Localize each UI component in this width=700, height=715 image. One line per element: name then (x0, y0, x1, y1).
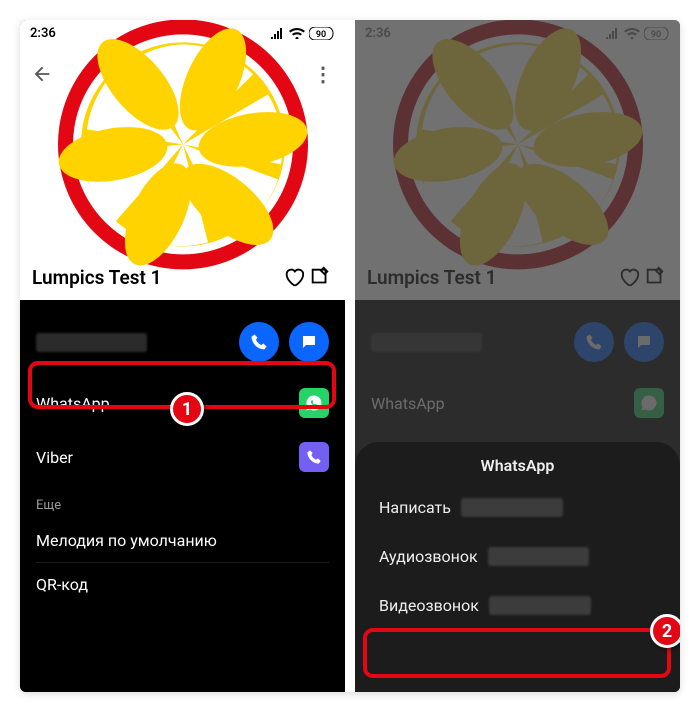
contact-hero: ⋮ (20, 20, 345, 300)
sheet-title: WhatsApp (355, 456, 680, 483)
status-bar: 2:36 90 (20, 20, 345, 46)
back-button[interactable] (28, 60, 56, 88)
step-badge-1: 1 (170, 392, 204, 426)
sheet-write-row[interactable]: Написать 000 000 00 00 (355, 483, 680, 532)
more-header: Еще (20, 484, 345, 519)
sheet-audio-label: Аудиозвонок (379, 547, 478, 566)
sheet-video-row[interactable]: Видеозвонок 000 000 00 00 (355, 581, 680, 630)
number-redacted: 000 000 00 00 (461, 498, 563, 517)
phone-screenshot-left: 2:36 90 ⋮ (20, 20, 345, 692)
contact-details: 000 000 00 000 WhatsApp Viber (20, 300, 345, 692)
arrow-left-icon (31, 63, 53, 85)
favorite-button[interactable] (281, 264, 307, 290)
number-redacted: 000 000 00 00 (489, 596, 591, 615)
heart-icon (283, 266, 305, 288)
whatsapp-label: WhatsApp (36, 394, 110, 413)
phone-number-redacted: 000 000 00 000 (36, 333, 147, 352)
step-badge-2: 2 (650, 614, 680, 648)
call-button[interactable] (239, 322, 279, 362)
edit-button[interactable] (307, 264, 333, 290)
viber-icon (299, 442, 329, 472)
ringtone-label: Мелодия по умолчанию (36, 531, 217, 550)
wifi-icon (289, 27, 305, 39)
ringtone-row[interactable]: Мелодия по умолчанию (20, 519, 345, 562)
viber-label: Viber (36, 448, 73, 467)
kebab-icon: ⋮ (313, 62, 333, 86)
number-redacted: 000 000 00 00 (488, 547, 590, 566)
phone-screenshot-right: 2:36 90 (355, 20, 680, 692)
message-button[interactable] (289, 322, 329, 362)
whatsapp-action-sheet: WhatsApp Написать 000 000 00 00 Аудиозво… (355, 442, 680, 692)
menu-button[interactable]: ⋮ (309, 60, 337, 88)
viber-row[interactable]: Viber (20, 430, 345, 484)
contact-name: Lumpics Test 1 (32, 266, 161, 289)
qr-label: QR-код (36, 575, 88, 594)
whatsapp-icon (299, 388, 329, 418)
phone-number-row[interactable]: 000 000 00 000 (20, 308, 345, 376)
chat-icon (300, 333, 318, 351)
status-time: 2:36 (30, 26, 56, 41)
sheet-video-label: Видеозвонок (379, 596, 479, 615)
phone-icon (250, 333, 268, 351)
sheet-write-label: Написать (379, 498, 451, 517)
qr-row[interactable]: QR-код (20, 563, 345, 606)
contact-avatar (53, 20, 313, 274)
signal-icon (271, 27, 285, 39)
sheet-audio-row[interactable]: Аудиозвонок 000 000 00 00 (355, 532, 680, 581)
svg-text:90: 90 (316, 30, 326, 40)
battery-icon: 90 (309, 27, 335, 40)
status-icons: 90 (271, 27, 335, 40)
edit-icon (309, 266, 331, 288)
